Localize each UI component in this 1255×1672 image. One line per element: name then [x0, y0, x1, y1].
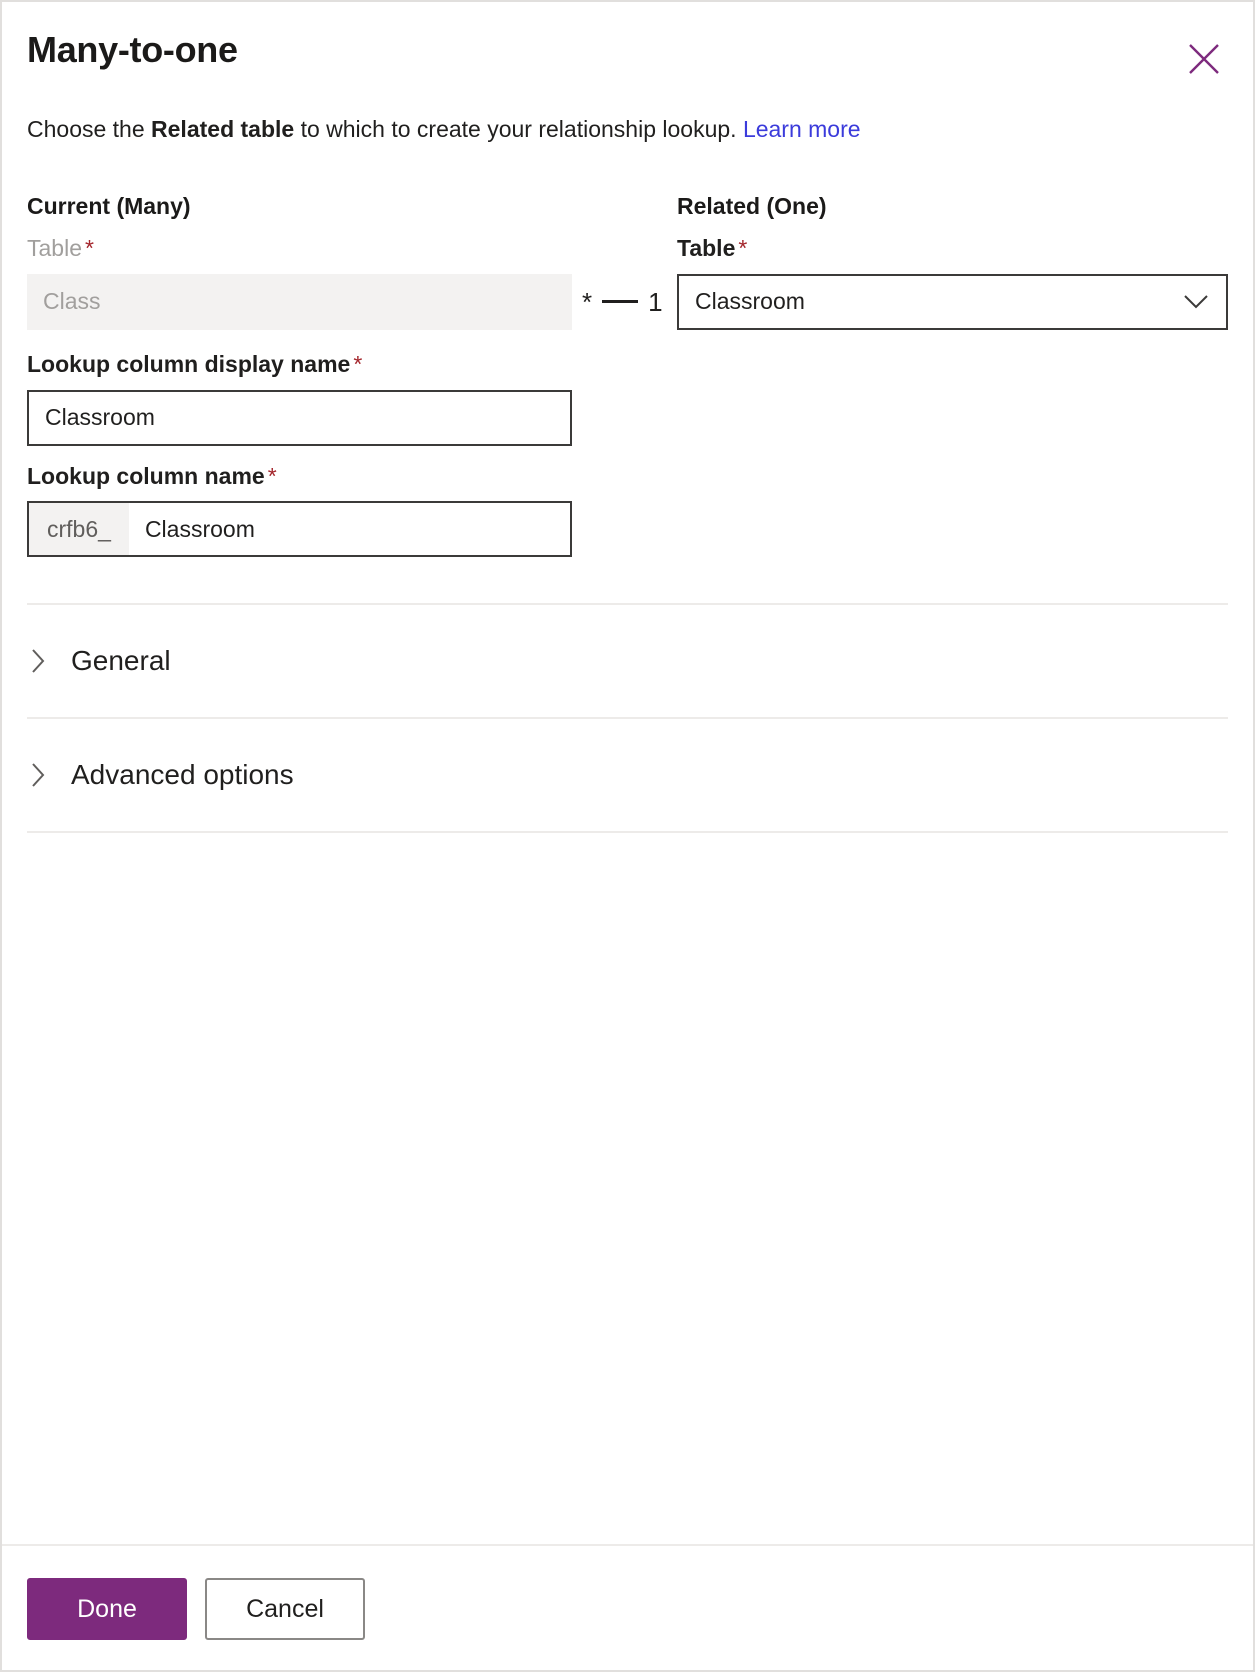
section-general-label: General	[71, 645, 171, 677]
lookup-fields-stack: Lookup column display name * Classroom Lo…	[27, 350, 572, 558]
table-pickers-row: Current (Many) Table * Class Lookup colum…	[27, 193, 1228, 558]
lookup-column-name-prefix: crfb6_	[29, 503, 129, 556]
learn-more-link[interactable]: Learn more	[743, 116, 861, 142]
description-emphasis: Related table	[151, 115, 295, 142]
lookup-display-name-required-mark: *	[353, 350, 363, 377]
lookup-display-name-input[interactable]: Classroom	[27, 389, 572, 446]
lookup-display-name-value: Classroom	[45, 404, 155, 431]
dialog-footer: Done Cancel	[2, 1546, 1253, 1670]
section-general[interactable]: General	[27, 605, 1228, 717]
cardinality-one: 1	[648, 286, 663, 317]
related-one-heading: Related (One)	[677, 192, 827, 219]
section-advanced-options-label: Advanced options	[71, 759, 294, 791]
lookup-display-name-label-text: Lookup column display name	[27, 350, 351, 377]
current-table-label-text: Table	[27, 235, 82, 262]
dialog-body: Current (Many) Table * Class Lookup colum…	[2, 145, 1253, 1544]
current-many-column: Current (Many) Table * Class Lookup colum…	[27, 193, 572, 558]
cardinality-indicator: * 1	[572, 193, 677, 558]
section-advanced-options[interactable]: Advanced options	[27, 719, 1228, 831]
description-text-before: Choose the	[27, 115, 152, 142]
related-one-column: Related (One) Table * Classroom	[677, 193, 1228, 558]
done-button[interactable]: Done	[27, 1578, 187, 1640]
related-table-required-mark: *	[738, 235, 748, 262]
lookup-column-name-required-mark: *	[267, 462, 277, 489]
dialog-description: Choose the Related table to which to cre…	[2, 70, 1253, 145]
lookup-column-name-label-text: Lookup column name	[27, 462, 265, 489]
chevron-down-icon[interactable]	[1176, 294, 1216, 310]
current-table-label: Table *	[27, 234, 572, 263]
collapsible-sections: General Advanced options	[27, 603, 1228, 834]
chevron-right-icon	[27, 762, 49, 788]
lookup-column-name-input[interactable]: Classroom	[129, 503, 570, 555]
cancel-button[interactable]: Cancel	[205, 1578, 365, 1640]
related-table-label-text: Table	[677, 235, 736, 262]
close-button[interactable]	[1177, 32, 1231, 86]
cardinality-many: *	[582, 286, 593, 317]
current-table-required-mark: *	[84, 235, 94, 262]
related-table-dropdown[interactable]: Classroom	[677, 273, 1228, 330]
current-table-value: Class	[43, 288, 101, 315]
dialog-header: Many-to-one	[2, 2, 1253, 74]
current-many-heading: Current (Many)	[27, 192, 191, 219]
close-icon	[1187, 42, 1221, 76]
lookup-display-name-label: Lookup column display name *	[27, 350, 572, 379]
many-to-one-dialog: Many-to-one Choose the Related table to …	[0, 0, 1255, 1672]
description-text-after: to which to create your relationship loo…	[294, 115, 743, 142]
related-table-label: Table *	[677, 234, 1228, 263]
chevron-right-icon	[27, 648, 49, 674]
section-divider-bottom	[27, 831, 1228, 834]
lookup-column-name-field[interactable]: crfb6_ Classroom	[27, 501, 572, 558]
lookup-column-name-label: Lookup column name *	[27, 462, 572, 491]
current-table-field: Class	[27, 273, 572, 330]
page-title: Many-to-one	[27, 29, 238, 70]
cardinality-line	[602, 300, 639, 304]
related-table-value: Classroom	[695, 288, 805, 315]
